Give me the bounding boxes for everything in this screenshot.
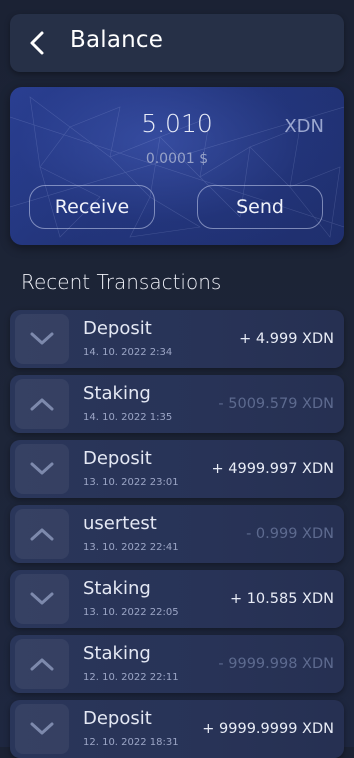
chevron-up-icon [30, 528, 54, 541]
chevron-down-icon [30, 592, 54, 605]
recent-transactions-title: Recent Transactions [21, 270, 222, 294]
transaction-icon-box [15, 574, 69, 624]
receive-button[interactable]: Receive [29, 185, 155, 229]
transaction-date: 14. 10. 2022 2:34 [83, 347, 173, 358]
page-title: Balance [70, 27, 164, 53]
chevron-down-icon [30, 462, 54, 475]
chevron-left-icon [30, 31, 44, 55]
transaction-type: Staking [83, 383, 151, 404]
transaction-amount: - 5009.579 XDN [218, 396, 334, 412]
chevron-down-icon [30, 722, 54, 735]
transaction-type: Staking [83, 643, 151, 664]
transaction-type: Deposit [83, 448, 152, 469]
transaction-icon-box [15, 314, 69, 364]
transaction-amount: + 4999.997 XDN [211, 461, 335, 477]
transaction-icon-box [15, 379, 69, 429]
transaction-type: Deposit [83, 318, 152, 339]
transaction-row[interactable]: Deposit 12. 10. 2022 18:31 + 9999.9999 X… [10, 700, 344, 758]
transaction-date: 13. 10. 2022 23:01 [83, 477, 179, 488]
transaction-date: 14. 10. 2022 1:35 [83, 412, 173, 423]
transaction-date: 13. 10. 2022 22:05 [83, 607, 179, 618]
balance-unit: XDN [284, 116, 324, 137]
balance-fiat-value: 0.0001 $ [145, 151, 209, 167]
transaction-row[interactable]: Staking 12. 10. 2022 22:11 - 9999.998 XD… [10, 635, 344, 693]
balance-card: 5.010 XDN 0.0001 $ Receive Send [10, 87, 344, 245]
app-header: Balance [10, 14, 344, 72]
transaction-row[interactable]: usertest 13. 10. 2022 22:41 - 0.999 XDN [10, 505, 344, 563]
send-button[interactable]: Send [197, 185, 323, 229]
transaction-amount: + 4.999 XDN [239, 331, 334, 347]
transaction-row[interactable]: Deposit 14. 10. 2022 2:34 + 4.999 XDN [10, 310, 344, 368]
transaction-icon-box [15, 639, 69, 689]
back-button[interactable] [20, 26, 54, 60]
transaction-amount: - 0.999 XDN [246, 526, 334, 542]
transaction-row[interactable]: Staking 13. 10. 2022 22:05 + 10.585 XDN [10, 570, 344, 628]
transaction-icon-box [15, 509, 69, 559]
transaction-amount: + 9999.9999 XDN [202, 721, 334, 737]
transaction-row[interactable]: Staking 14. 10. 2022 1:35 - 5009.579 XDN [10, 375, 344, 433]
transaction-date: 13. 10. 2022 22:41 [83, 542, 179, 553]
chevron-up-icon [30, 398, 54, 411]
transaction-row[interactable]: Deposit 13. 10. 2022 23:01 + 4999.997 XD… [10, 440, 344, 498]
transaction-date: 12. 10. 2022 18:31 [83, 737, 179, 748]
transaction-icon-box [15, 444, 69, 494]
transaction-date: 12. 10. 2022 22:11 [83, 672, 179, 683]
chevron-down-icon [30, 332, 54, 345]
transaction-amount: - 9999.998 XDN [218, 656, 334, 672]
transaction-type: Deposit [83, 708, 152, 729]
transaction-type: usertest [83, 513, 157, 534]
transaction-type: Staking [83, 578, 151, 599]
transaction-amount: + 10.585 XDN [229, 591, 334, 607]
chevron-up-icon [30, 658, 54, 671]
